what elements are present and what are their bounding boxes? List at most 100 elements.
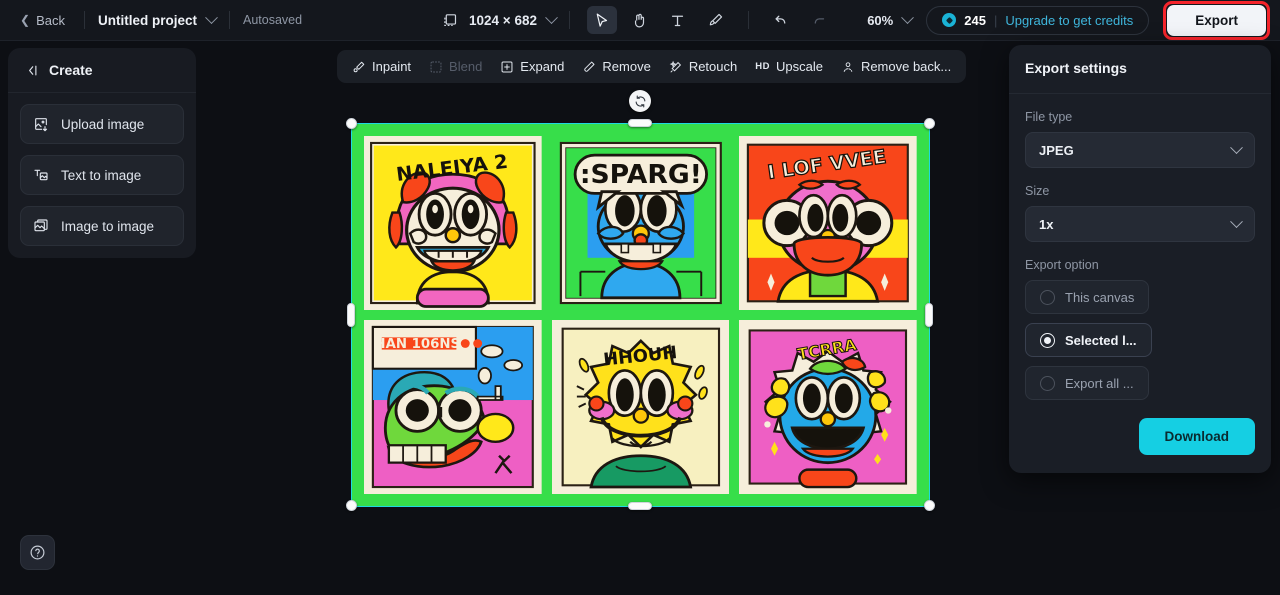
export-panel-header: Export settings — [1009, 45, 1271, 94]
artwork-tile-6[interactable]: TCRRA — [739, 320, 917, 494]
credits-pill[interactable]: 245 | Upgrade to get credits — [926, 5, 1150, 35]
credit-coin-icon — [942, 13, 957, 27]
chevron-left-icon: ❮ — [20, 13, 31, 27]
export-highlight: Export — [1163, 0, 1270, 40]
undo-tool[interactable] — [766, 6, 796, 34]
back-label: Back — [36, 12, 65, 28]
sidebar-item-label: Upload image — [61, 116, 145, 132]
topbar-right-group: 60% 245 | Upgrade to get credits Export — [867, 0, 1270, 40]
inpaint-icon — [352, 60, 366, 74]
export-settings-panel: Export settings File type JPEG Size 1x E… — [1009, 45, 1271, 473]
size-label: Size — [1025, 184, 1050, 198]
artwork-tile-4-image: HAN 106NS — [364, 320, 542, 494]
separator: | — [993, 12, 998, 28]
size-select[interactable]: 1x — [1025, 206, 1255, 242]
top-bar: ❮ Back Untitled project Autosaved 1024 ×… — [0, 0, 1280, 41]
artwork-tile-1[interactable]: NALEIYA 2 — [364, 136, 542, 310]
artwork-tile-4[interactable]: HAN 106NS — [364, 320, 542, 494]
resize-handle-right[interactable] — [925, 303, 933, 327]
chevron-down-icon — [1230, 214, 1243, 228]
select-tool[interactable] — [586, 6, 617, 34]
upgrade-link[interactable]: Upgrade to get credits — [1005, 13, 1133, 28]
chevron-down-icon[interactable] — [545, 10, 558, 24]
expand-icon — [500, 60, 514, 74]
rotate-handle[interactable] — [629, 90, 651, 112]
sidebar-item-text-to-image[interactable]: Text to image — [20, 155, 184, 195]
file-type-select[interactable]: JPEG — [1025, 132, 1255, 168]
toolbar-item-label: Remove back... — [860, 59, 952, 74]
radio-icon — [1040, 289, 1055, 305]
toolbar-item-remove-background[interactable]: Remove back... — [832, 53, 960, 80]
artwork-tile-2[interactable]: :SPARG! — [551, 136, 730, 310]
artwork-caption: :SPARG! — [579, 160, 701, 190]
artwork-tile-3-image: I LOF VVEE — [739, 136, 917, 310]
artwork-tile-2-image: :SPARG! — [551, 136, 730, 310]
project-name[interactable]: Untitled project — [98, 13, 197, 28]
canvas-size-icon[interactable] — [442, 12, 459, 29]
sidebar-item-image-to-image[interactable]: Image to image — [20, 206, 184, 246]
remove-icon — [582, 60, 596, 74]
text-tool[interactable] — [663, 6, 693, 34]
file-type-value: JPEG — [1039, 142, 1074, 158]
sidebar-items: Upload image Text to image Image to imag… — [8, 93, 196, 246]
toolbar-item-inpaint[interactable]: Inpaint — [343, 53, 420, 80]
canvas-dimensions[interactable]: 1024 × 682 — [469, 13, 537, 28]
artwork-tile-5-image: HHOUH — [551, 320, 730, 494]
export-button[interactable]: Export — [1167, 4, 1266, 36]
collapse-panel-icon[interactable] — [24, 63, 39, 78]
export-panel-body: File type JPEG Size 1x Export option Thi… — [1009, 94, 1271, 400]
rotate-icon — [634, 95, 647, 108]
divider — [83, 11, 85, 29]
upload-image-icon — [33, 116, 49, 132]
toolbar-item-retouch[interactable]: Retouch — [660, 53, 746, 80]
divider — [747, 11, 749, 29]
toolbar-item-label: Retouch — [688, 59, 738, 74]
toolbar-item-remove[interactable]: Remove — [573, 53, 659, 80]
resize-handle-top-right[interactable] — [924, 118, 935, 129]
export-option-selected-layer[interactable]: Selected l... — [1025, 323, 1152, 357]
export-option-group: This canvas Selected l... Export all ... — [1025, 280, 1255, 400]
export-option-this-canvas[interactable]: This canvas — [1025, 280, 1150, 314]
redo-tool[interactable] — [804, 6, 834, 34]
artwork-tile-3[interactable]: I LOF VVEE — [739, 136, 917, 310]
blend-icon — [429, 60, 443, 74]
poster-grid: NALEIYA 2:SPARG! I LOF VVEE HAN 106NS H… — [352, 124, 929, 506]
toolbar-item-blend[interactable]: Blend — [420, 53, 491, 80]
sidebar-item-label: Text to image — [61, 167, 142, 183]
artwork-tile-5[interactable]: HHOUH — [551, 320, 730, 494]
download-row: Download — [1009, 418, 1271, 455]
zoom-level[interactable]: 60% — [867, 13, 893, 28]
resize-handle-top[interactable] — [628, 119, 652, 127]
download-button[interactable]: Download — [1138, 418, 1255, 455]
resize-handle-top-left[interactable] — [346, 118, 357, 129]
create-sidebar: Create Upload image Text to image Image … — [8, 48, 196, 258]
toolbar-item-label: Remove — [602, 59, 651, 74]
hand-tool[interactable] — [625, 6, 655, 34]
export-option-label-text: This canvas — [1065, 289, 1135, 305]
divider — [568, 11, 570, 29]
toolbar-item-label: Upscale — [775, 59, 823, 74]
toolbar-item-expand[interactable]: Expand — [491, 53, 573, 80]
retouch-icon — [669, 60, 683, 74]
file-type-label: File type — [1025, 110, 1073, 124]
chevron-down-icon[interactable] — [901, 10, 915, 24]
export-option-export-all[interactable]: Export all ... — [1025, 366, 1149, 400]
resize-handle-left[interactable] — [347, 303, 355, 327]
image-edit-toolbar: Inpaint Blend Expand Remove Retouch HD U… — [337, 50, 967, 83]
topbar-left-group: ❮ Back Untitled project Autosaved — [0, 9, 302, 32]
resize-handle-bottom-left[interactable] — [346, 500, 357, 511]
sidebar-header: Create — [8, 48, 196, 93]
sidebar-item-label: Image to image — [61, 218, 155, 234]
back-button[interactable]: ❮ Back — [14, 9, 71, 32]
canvas-artboard[interactable]: NALEIYA 2:SPARG! I LOF VVEE HAN 106NS H… — [352, 124, 929, 506]
sidebar-title: Create — [49, 62, 93, 78]
resize-handle-bottom-right[interactable] — [924, 500, 935, 511]
toolbar-item-upscale[interactable]: HD Upscale — [746, 53, 832, 80]
image-to-image-icon — [33, 218, 49, 234]
brush-tool[interactable] — [701, 6, 731, 34]
chevron-down-icon[interactable] — [205, 10, 218, 24]
sidebar-item-upload-image[interactable]: Upload image — [20, 104, 184, 144]
resize-handle-bottom[interactable] — [628, 502, 652, 510]
toolbar-item-label: Inpaint — [372, 59, 412, 74]
help-button[interactable] — [20, 535, 55, 570]
